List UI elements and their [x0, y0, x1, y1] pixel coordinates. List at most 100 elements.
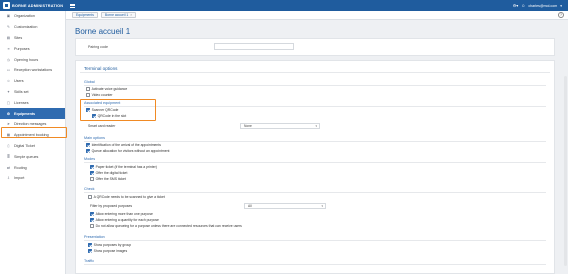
sidebar-item-label: Digital Ticket [14, 143, 35, 148]
sidebar-item-routing[interactable]: ⇄ Routing [0, 162, 65, 173]
checkbox-box[interactable] [86, 87, 90, 91]
divider [84, 85, 546, 86]
checkbox-box[interactable] [90, 224, 94, 228]
help-icon[interactable]: ? [558, 12, 564, 18]
sidebar-item-opening-hours[interactable]: ◷ Opening hours [0, 54, 65, 65]
sidebar-item-label: Opening hours [14, 57, 39, 62]
checkbox-box[interactable] [90, 171, 94, 175]
chevron-down-icon: ▾ [315, 124, 317, 128]
checkbox-queue-allocation[interactable]: Queue allocation for visitors without an… [86, 149, 169, 153]
breadcrumb-item-current[interactable]: Borne accueil 1 × [100, 12, 137, 18]
brand[interactable]: BORNE ADMINISTRATION [0, 0, 66, 11]
checkbox-label: Offer the digital ticket [95, 171, 128, 175]
opening-hours-icon: ◷ [6, 57, 11, 62]
sidebar-item-label: Equipments [14, 111, 36, 116]
pairing-code-label: Pairing code [88, 45, 108, 49]
select-value: All [248, 204, 252, 208]
terminal-options-card: Terminal options Global Activate voice g… [75, 60, 555, 274]
user-menu-chevron-icon[interactable]: ▾ [560, 4, 562, 8]
checkbox-label: Allow entering more than one purpose [95, 212, 153, 216]
page-title: Borne accueil 1 [75, 27, 131, 36]
checkbox-no-queue-without-resources[interactable]: Do not allow queueing for a purpose unle… [90, 224, 242, 228]
skills-set-icon: ✦ [6, 89, 10, 94]
terminal-options-title: Terminal options [84, 66, 118, 71]
sidebar-item-users[interactable]: ☺ Users [0, 76, 65, 87]
sidebar: ▣ Organization ✎ Customization ▤ Sites ≡ Purpos… [0, 11, 66, 274]
sidebar-item-label: Organization [14, 14, 35, 19]
checkbox-label: Paper ticket (if the terminal has a prin… [95, 165, 157, 169]
users-icon: ☺ [6, 79, 11, 84]
checkbox-label: Do not allow queueing for a purpose unle… [95, 224, 242, 228]
filter-purposes-select[interactable]: All ▾ [244, 203, 326, 209]
checkbox-box[interactable] [86, 143, 90, 147]
checkbox-box[interactable] [90, 177, 94, 181]
sidebar-item-organization[interactable]: ▣ Organization [0, 11, 65, 22]
checkbox-box[interactable] [90, 212, 94, 216]
reception-workstations-icon: ▭ [6, 68, 11, 73]
checkbox-purposes-by-group[interactable]: Show purposes by group [88, 243, 131, 247]
sidebar-item-label: Users [14, 79, 24, 84]
simple-queues-icon: ≣ [6, 154, 10, 159]
checkbox-sms-ticket[interactable]: Offer the SMS ticket [90, 177, 126, 181]
checkbox-box[interactable] [88, 243, 92, 247]
scrollbar[interactable] [564, 76, 567, 266]
checkbox-box[interactable] [88, 195, 92, 199]
divider [84, 240, 546, 241]
top-bar: BORNE ADMINISTRATION ⚙▾ ☺ charles@mol.co… [0, 0, 568, 11]
select-value: None [244, 124, 252, 128]
section-modes: Modes [84, 157, 96, 161]
checkbox-label: Offer the SMS ticket [95, 177, 126, 181]
checkbox-digital-ticket[interactable]: Offer the digital ticket [90, 171, 127, 175]
checkbox-label: Show purposes by group [93, 243, 132, 247]
checkbox-video-counter[interactable]: Video counter [86, 93, 112, 97]
sidebar-item-skills-set[interactable]: ✦ Skills set [0, 87, 65, 98]
user-email[interactable]: charles@mol.com [528, 4, 557, 8]
checkbox-voice-guidance[interactable]: Activate voice guidance [86, 87, 127, 91]
sidebar-item-digital-ticket[interactable]: ▯ Digital Ticket [0, 141, 65, 152]
sidebar-item-customization[interactable]: ✎ Customization [0, 22, 65, 33]
organization-icon: ▣ [6, 14, 11, 19]
section-presentation: Presentation [84, 235, 105, 239]
checkbox-box[interactable] [90, 218, 94, 222]
divider [84, 141, 546, 142]
checkbox-box[interactable] [86, 93, 90, 97]
checkbox-identification-arrival[interactable]: Identification of the arrival of the app… [86, 143, 161, 147]
sidebar-item-label: Purposes [14, 46, 30, 51]
checkbox-box[interactable] [88, 249, 92, 253]
highlight-associated-equipment [80, 99, 156, 121]
divider [84, 162, 546, 163]
checkbox-label: A QRCode needs to be scanned to give a t… [93, 195, 165, 199]
sidebar-item-equipments[interactable]: ⚙ Equipments [0, 108, 65, 119]
sites-icon: ▤ [6, 35, 11, 40]
divider [84, 264, 546, 265]
section-global: Global [84, 80, 95, 84]
sidebar-item-import[interactable]: ⇩ Import [0, 173, 65, 184]
checkbox-box[interactable] [90, 165, 94, 169]
section-check: Check [84, 187, 95, 191]
sidebar-item-label: Skills set [14, 89, 29, 94]
user-icon[interactable]: ☺ [521, 3, 525, 8]
checkbox-box[interactable] [86, 149, 90, 153]
checkbox-paper-ticket[interactable]: Paper ticket (if the terminal has a prin… [90, 165, 157, 169]
checkbox-label: Identification of the arrival of the app… [91, 143, 161, 147]
checkbox-quantity-per-purpose[interactable]: Allow entering a quantity for each purpo… [90, 218, 159, 222]
checkbox-multiple-purposes[interactable]: Allow entering more than one purpose [90, 212, 153, 216]
purposes-icon: ≡ [7, 46, 10, 51]
checkbox-purpose-images[interactable]: Show purpose images [88, 249, 127, 253]
close-tab-icon[interactable]: × [130, 13, 132, 17]
sidebar-item-reception-workstations[interactable]: ▭ Reception workstations [0, 65, 65, 76]
customization-icon: ✎ [6, 25, 10, 30]
checkbox-label: Activate voice guidance [91, 87, 128, 91]
smart-card-reader-select[interactable]: None ▾ [240, 123, 320, 129]
breadcrumb-item-equipments[interactable]: Equipments [72, 12, 98, 18]
pairing-card: Pairing code [75, 38, 555, 56]
pairing-code-input[interactable] [214, 43, 294, 50]
sidebar-item-simple-queues[interactable]: ≣ Simple queues [0, 151, 65, 162]
sidebar-item-sites[interactable]: ▤ Sites [0, 33, 65, 44]
checkbox-qrcode-required[interactable]: A QRCode needs to be scanned to give a t… [88, 195, 165, 199]
sidebar-item-purposes[interactable]: ≡ Purposes [0, 43, 65, 54]
settings-icon[interactable]: ⚙▾ [513, 3, 519, 8]
hamburger-menu-icon[interactable] [70, 3, 75, 8]
sidebar-item-licenses[interactable]: ▢ Licenses [0, 97, 65, 108]
sidebar-item-label: Routing [14, 165, 27, 170]
